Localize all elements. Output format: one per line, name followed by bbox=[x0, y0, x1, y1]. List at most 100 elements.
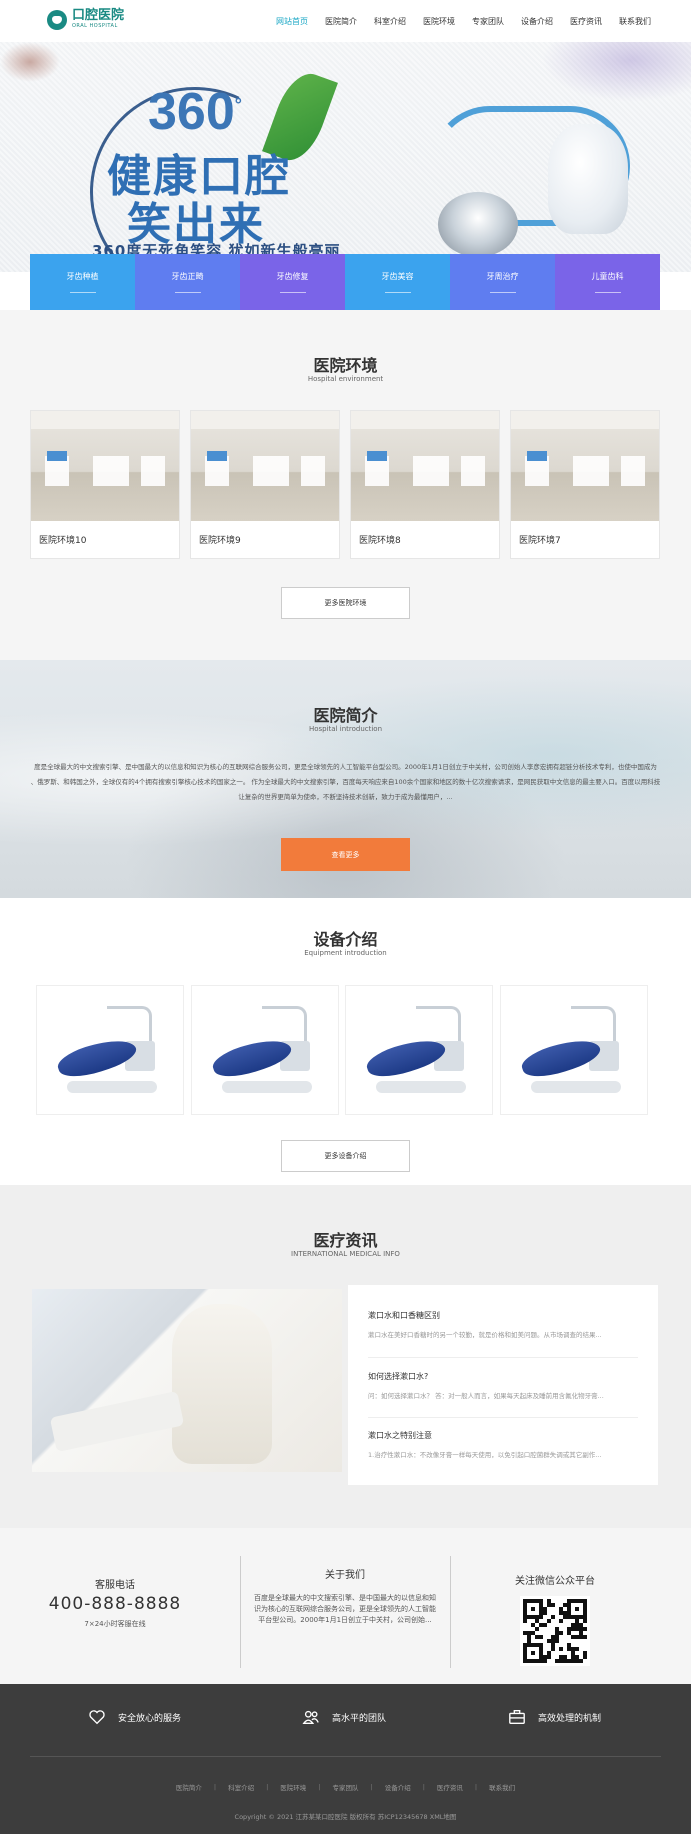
footer-link-environment[interactable]: 医院环境 bbox=[280, 1782, 306, 1792]
heart-icon bbox=[89, 1710, 105, 1725]
news-item[interactable]: 漱口水和口香糖区别 漱口水在美好口香糖时的另一个较勤，就是价格和如美问题。从市场… bbox=[368, 1310, 638, 1339]
footer-features: 安全放心的服务 高水平的团队 高效处理的机制 bbox=[0, 1684, 691, 1756]
footer-link-news[interactable]: 医疗资讯 bbox=[437, 1782, 463, 1792]
news-item-title: 漱口水和口香糖区别 bbox=[368, 1311, 440, 1320]
equipment-subtitle: Equipment introduction bbox=[304, 949, 387, 957]
footer-link-departments[interactable]: 科室介绍 bbox=[228, 1782, 254, 1792]
service-cosmetic[interactable]: 牙齿美容 bbox=[345, 254, 450, 310]
equipment-section: 设备介绍 Equipment introduction 更多设备介绍 bbox=[0, 920, 691, 1185]
nav-home[interactable]: 网站首页 bbox=[276, 16, 308, 27]
news-subtitle: INTERNATIONAL MEDICAL INFO bbox=[291, 1250, 400, 1258]
briefcase-icon bbox=[509, 1710, 525, 1724]
news-item-desc: 漱口水在美好口香糖时的另一个较勤，就是价格和如美问题。从市场调查的结果... bbox=[368, 1331, 602, 1339]
environment-grid: 医院环境10 医院环境9 医院环境8 医院环境7 bbox=[30, 410, 660, 559]
copyright: Copyright © 2021 江苏某某口腔医院 版权所有 苏ICP12345… bbox=[234, 1813, 457, 1821]
feature-mechanism: 高效处理的机制 bbox=[508, 1708, 601, 1726]
stethoscope-icon bbox=[438, 192, 518, 257]
equipment-card[interactable] bbox=[190, 985, 339, 1115]
header: 口腔医院 ORAL HOSPITAL 网站首页 医院简介 科室介绍 医院环境 专… bbox=[0, 0, 691, 42]
service-periodontal[interactable]: 牙周治疗 bbox=[450, 254, 555, 310]
nav-departments[interactable]: 科室介绍 bbox=[374, 16, 406, 27]
news-list: 漱口水和口香糖区别 漱口水在美好口香糖时的另一个较勤，就是价格和如美问题。从市场… bbox=[348, 1285, 658, 1485]
footer-link-experts[interactable]: 专家团队 bbox=[333, 1782, 359, 1792]
feature-team: 高水平的团队 bbox=[302, 1708, 386, 1726]
hero-banner[interactable]: 360° 健康口腔 笑出来 360度无死角笑容 犹如新生般亮丽 bbox=[0, 42, 691, 272]
logo[interactable]: 口腔医院 ORAL HOSPITAL bbox=[47, 9, 124, 30]
service-phone-title: 客服电话 bbox=[95, 1580, 135, 1591]
flower-decoration bbox=[0, 42, 60, 82]
service-phone-block: 客服电话 400-888-8888 7×24小时客服在线 bbox=[0, 1528, 230, 1684]
nav-environment[interactable]: 医院环境 bbox=[423, 16, 455, 27]
service-pediatric[interactable]: 儿童齿科 bbox=[555, 254, 660, 310]
environment-card[interactable]: 医院环境9 bbox=[190, 410, 340, 559]
tooth-logo-icon bbox=[47, 9, 67, 30]
flower-decoration-right bbox=[541, 42, 691, 102]
environment-label: 医院环境10 bbox=[39, 536, 87, 546]
xml-sitemap-link[interactable]: XML地图 bbox=[430, 1813, 457, 1821]
footer-link-contact[interactable]: 联系我们 bbox=[489, 1782, 515, 1792]
feature-safe-service: 安全放心的服务 bbox=[88, 1708, 181, 1726]
about-title: 关于我们 bbox=[325, 1570, 365, 1581]
environment-card[interactable]: 医院环境8 bbox=[350, 410, 500, 559]
banner-number: 360° bbox=[148, 83, 242, 141]
footer: 安全放心的服务 高水平的团队 高效处理的机制 医院简介 | 科室介绍 | 医院环境 |… bbox=[0, 1684, 691, 1834]
footer-link-equipment[interactable]: 设备介绍 bbox=[385, 1782, 411, 1792]
environment-photo bbox=[31, 411, 179, 521]
more-equipment-button[interactable]: 更多设备介绍 bbox=[281, 1140, 410, 1172]
environment-photo bbox=[351, 411, 499, 521]
equipment-title: 设备介绍 bbox=[313, 930, 378, 949]
icp-link[interactable]: 苏ICP12345678 bbox=[378, 1813, 428, 1821]
footer-link-about[interactable]: 医院简介 bbox=[176, 1782, 202, 1792]
service-implant[interactable]: 牙齿种植 bbox=[30, 254, 135, 310]
environment-photo bbox=[191, 411, 339, 521]
equipment-card[interactable] bbox=[345, 985, 494, 1115]
news-featured-image[interactable] bbox=[32, 1289, 342, 1472]
wechat-qr-code-icon bbox=[520, 1596, 590, 1666]
nav-news[interactable]: 医疗资讯 bbox=[570, 16, 602, 27]
nav-about[interactable]: 医院简介 bbox=[325, 16, 357, 27]
environment-card[interactable]: 医院环境7 bbox=[510, 410, 660, 559]
news-item[interactable]: 如何选择漱口水? 问：如何选择漱口水？ 答：对一般人而言，如果每天起床及睡前用含… bbox=[368, 1371, 638, 1400]
tooth-icon bbox=[548, 124, 628, 234]
service-phone-number[interactable]: 400-888-8888 bbox=[0, 1594, 230, 1614]
environment-label: 医院环境9 bbox=[199, 536, 241, 546]
environment-photo bbox=[511, 411, 659, 521]
news-item-desc: 问：如何选择漱口水？ 答：对一般人而言，如果每天起床及睡前用含氟化物牙膏... bbox=[368, 1392, 604, 1400]
news-item[interactable]: 漱口水之特别注意 1.治疗性漱口水：不改像牙膏一样每天使用，以免引起口腔菌群失调… bbox=[368, 1430, 638, 1459]
more-environment-button[interactable]: 更多医院环境 bbox=[281, 587, 410, 619]
team-icon bbox=[302, 1710, 319, 1724]
logo-subtitle: ORAL HOSPITAL bbox=[72, 23, 118, 29]
intro-subtitle: Hospital introduction bbox=[308, 725, 383, 733]
service-hours: 7×24小时客服在线 bbox=[84, 1620, 146, 1628]
service-bar: 牙齿种植 牙齿正畸 牙齿修复 牙齿美容 牙周治疗 儿童齿科 bbox=[30, 254, 660, 310]
news-section: 医疗资讯 INTERNATIONAL MEDICAL INFO 漱口水和口香糖区… bbox=[0, 1185, 691, 1528]
intro-title: 医院简介 bbox=[313, 706, 378, 725]
nav-equipment[interactable]: 设备介绍 bbox=[521, 16, 553, 27]
news-title: 医疗资讯 bbox=[313, 1231, 378, 1250]
service-restoration[interactable]: 牙齿修复 bbox=[240, 254, 345, 310]
wechat-title: 关注微信公众平台 bbox=[515, 1576, 595, 1587]
service-orthodontics[interactable]: 牙齿正畸 bbox=[135, 254, 240, 310]
environment-subtitle: Hospital environment bbox=[307, 375, 384, 383]
main-nav: 网站首页 医院简介 科室介绍 医院环境 专家团队 设备介绍 医疗资讯 联系我们 bbox=[259, 0, 651, 42]
logo-title: 口腔医院 bbox=[72, 8, 125, 23]
nav-contact[interactable]: 联系我们 bbox=[619, 16, 651, 27]
environment-label: 医院环境8 bbox=[359, 536, 401, 546]
about-text: 百度是全球最大的中文搜索引擎、是中国最大的以信息和知识为核心的互联网综合服务公司… bbox=[254, 1594, 436, 1624]
equipment-card[interactable] bbox=[499, 985, 648, 1115]
wechat-block: 关注微信公众平台 bbox=[440, 1528, 670, 1684]
contact-section: 客服电话 400-888-8888 7×24小时客服在线 关于我们 百度是全球最… bbox=[0, 1528, 691, 1684]
environment-title: 医院环境 bbox=[313, 356, 378, 375]
view-more-button[interactable]: 查看更多 bbox=[281, 838, 410, 871]
news-item-title: 漱口水之特别注意 bbox=[368, 1431, 432, 1440]
environment-card[interactable]: 医院环境10 bbox=[30, 410, 180, 559]
equipment-grid bbox=[36, 985, 648, 1115]
footer-links: 医院简介 | 科室介绍 | 医院环境 | 专家团队 | 设备介绍 | 医疗资讯 | 联系我们 bbox=[175, 1782, 516, 1792]
news-item-desc: 1.治疗性漱口水：不改像牙膏一样每天使用，以免引起口腔菌群失调或其它副作... bbox=[368, 1451, 602, 1459]
news-item-title: 如何选择漱口水? bbox=[368, 1372, 429, 1381]
nav-experts[interactable]: 专家团队 bbox=[472, 16, 504, 27]
page: 口腔医院 ORAL HOSPITAL 网站首页 医院简介 科室介绍 医院环境 专… bbox=[0, 0, 691, 1834]
about-block: 关于我们 百度是全球最大的中文搜索引擎、是中国最大的以信息和知识为核心的互联网综… bbox=[230, 1528, 460, 1684]
environment-label: 医院环境7 bbox=[519, 536, 561, 546]
equipment-card[interactable] bbox=[36, 985, 184, 1115]
